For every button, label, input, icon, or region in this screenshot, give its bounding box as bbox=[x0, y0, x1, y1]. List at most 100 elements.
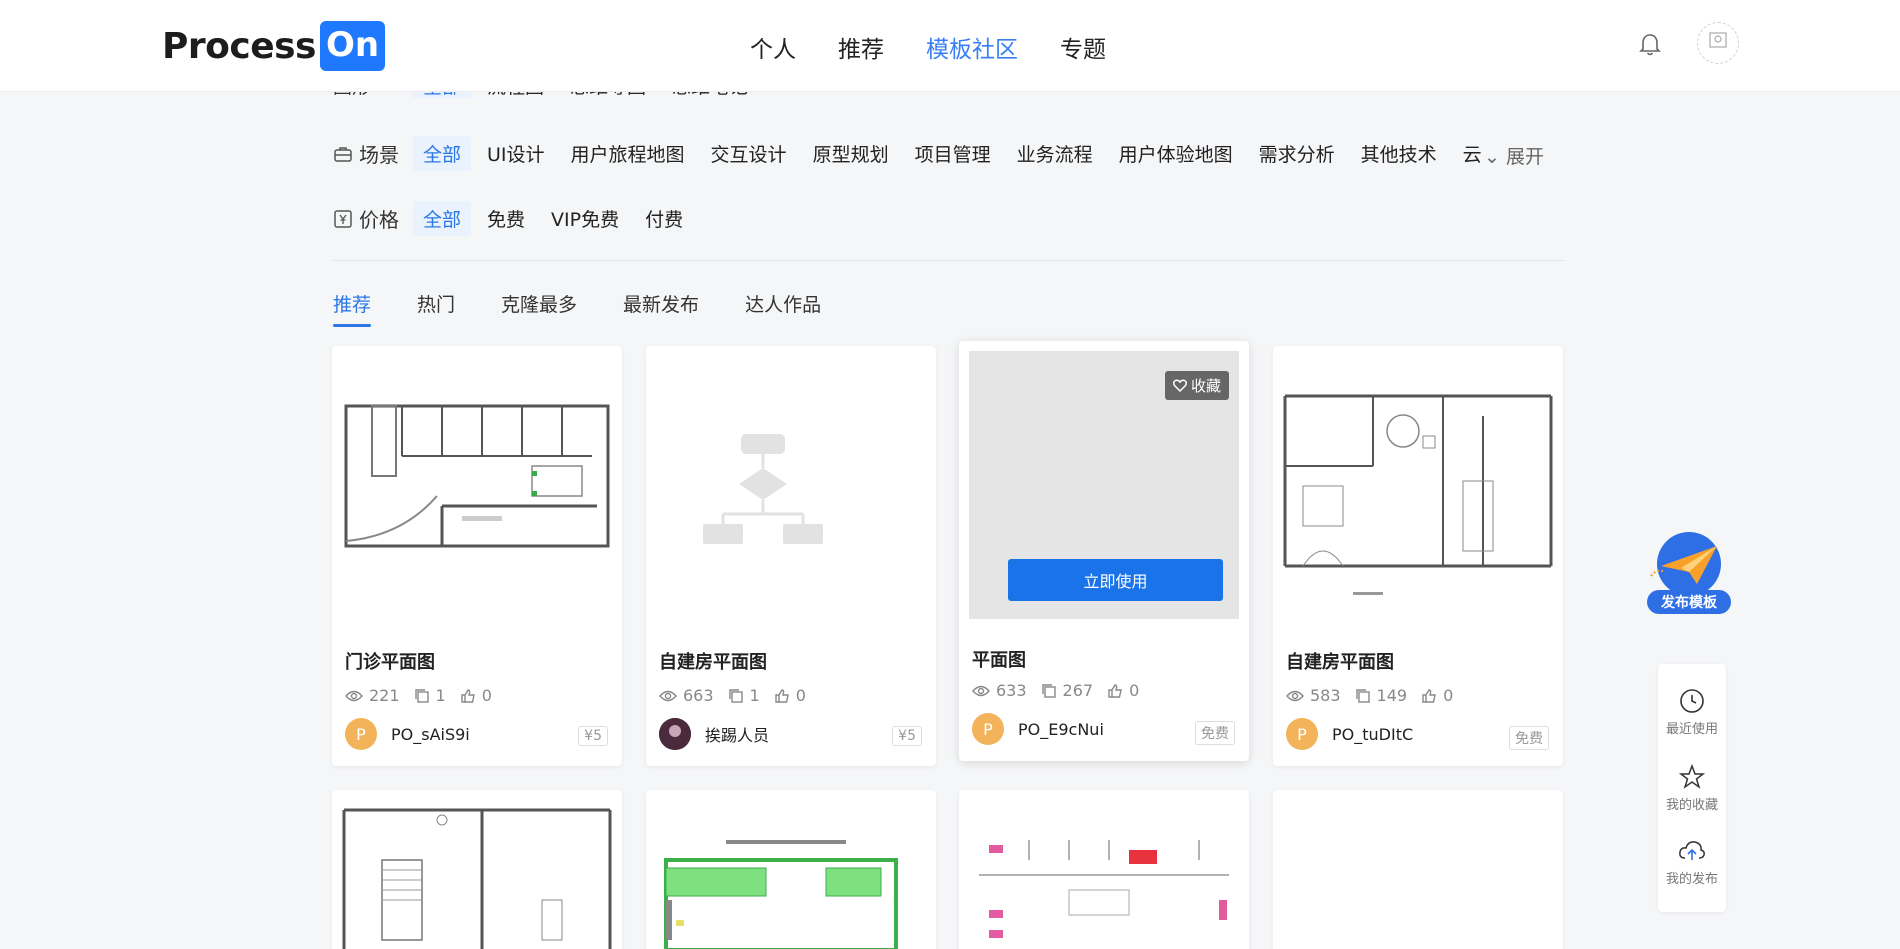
like-icon bbox=[1422, 688, 1436, 703]
filter-divider bbox=[333, 260, 1565, 261]
views-count: 663 bbox=[683, 686, 714, 705]
card-author[interactable]: P PO_sAiS9i bbox=[345, 718, 470, 750]
nav-topics[interactable]: 专题 bbox=[1060, 30, 1106, 64]
author-name: PO_tuDItC bbox=[1332, 724, 1414, 744]
card-stats: 633 267 0 bbox=[972, 681, 1153, 700]
like-icon bbox=[1108, 683, 1122, 698]
my-favorites-button[interactable]: 我的收藏 bbox=[1658, 763, 1726, 813]
top-header: Process On 个人 推荐 模板社区 专题 bbox=[0, 0, 1900, 92]
author-avatar: P bbox=[972, 713, 1004, 745]
main-nav: 个人 推荐 模板社区 专题 bbox=[750, 30, 1148, 64]
chip-price-vip-free[interactable]: VIP免费 bbox=[541, 201, 629, 236]
my-published-label: 我的发布 bbox=[1665, 872, 1718, 887]
filter-row-price: 价格 全部 免费 VIP免费 付费 bbox=[333, 201, 699, 236]
likes-stat: 0 bbox=[460, 686, 492, 705]
chip-price-paid[interactable]: 付费 bbox=[635, 201, 693, 236]
likes-stat: 0 bbox=[1107, 681, 1139, 700]
views-count: 633 bbox=[996, 681, 1027, 700]
favorite-button[interactable]: 收藏 bbox=[1164, 371, 1229, 400]
chip-price-free[interactable]: 免费 bbox=[477, 201, 535, 236]
user-avatar[interactable] bbox=[1697, 22, 1739, 64]
price-badge: ¥5 bbox=[892, 726, 922, 746]
template-card[interactable]: 门诊平面图 221 1 0 P PO_sAiS9i ¥5 bbox=[332, 346, 622, 766]
likes-stat: 0 bbox=[1421, 686, 1453, 705]
chip-scene-prototype[interactable]: 原型规划 bbox=[803, 136, 899, 171]
clones-count: 149 bbox=[1376, 686, 1408, 705]
author-avatar: P bbox=[345, 718, 377, 750]
clones-count: 1 bbox=[749, 686, 760, 705]
avatar-placeholder-icon bbox=[1709, 32, 1727, 48]
clones-stat: 1 bbox=[414, 686, 446, 705]
expand-button[interactable]: ⌄ 展开 bbox=[1484, 142, 1544, 169]
card-author[interactable]: 挨踢人员 bbox=[659, 718, 769, 750]
chip-scene-ux-map[interactable]: 用户体验地图 bbox=[1109, 136, 1243, 171]
price-badge: 免费 bbox=[1509, 726, 1549, 750]
clones-count: 1 bbox=[435, 686, 446, 705]
likes-stat: 0 bbox=[774, 686, 806, 705]
filter-scene-text: 场景 bbox=[359, 143, 399, 167]
copy-icon bbox=[728, 688, 743, 703]
tab-most-cloned[interactable]: 克隆最多 bbox=[501, 290, 577, 327]
use-now-button[interactable]: 立即使用 bbox=[1008, 559, 1223, 601]
chip-scene-interaction[interactable]: 交互设计 bbox=[701, 136, 797, 171]
avatar-image-icon bbox=[659, 718, 691, 750]
processon-logo[interactable]: Process On bbox=[162, 20, 386, 72]
author-name: 挨踢人员 bbox=[705, 726, 770, 745]
filter-scene-label: 场景 bbox=[333, 139, 413, 168]
chip-scene-business[interactable]: 业务流程 bbox=[1007, 136, 1103, 171]
star-icon bbox=[1678, 763, 1706, 789]
template-card-hovered[interactable]: 收藏 立即使用 平面图 633 267 0 P PO_E9cNui 免费 bbox=[959, 341, 1249, 761]
nav-personal[interactable]: 个人 bbox=[750, 30, 796, 64]
card-title: 平面图 bbox=[972, 650, 1026, 671]
card-author[interactable]: P PO_E9cNui bbox=[972, 713, 1104, 745]
clones-count: 267 bbox=[1062, 681, 1094, 700]
tab-hot[interactable]: 热门 bbox=[417, 290, 455, 327]
card-thumbnail bbox=[1283, 356, 1553, 606]
card-thumbnail bbox=[656, 800, 926, 949]
chip-price-all[interactable]: 全部 bbox=[413, 201, 472, 236]
template-card[interactable] bbox=[1273, 790, 1563, 949]
chip-scene-ui[interactable]: UI设计 bbox=[477, 136, 555, 171]
template-card[interactable] bbox=[959, 790, 1249, 949]
chip-scene-all[interactable]: 全部 bbox=[413, 136, 472, 171]
nav-recommend[interactable]: 推荐 bbox=[838, 30, 884, 64]
card-author[interactable]: P PO_tuDItC bbox=[1286, 718, 1413, 750]
chip-scene-project[interactable]: 项目管理 bbox=[905, 136, 1001, 171]
my-published-button[interactable]: 我的发布 bbox=[1658, 838, 1726, 887]
views-count: 583 bbox=[1310, 686, 1341, 705]
favorite-label: 收藏 bbox=[1190, 377, 1221, 395]
publish-template-button[interactable]: 发布模板 bbox=[1645, 528, 1735, 618]
heart-icon bbox=[1172, 379, 1187, 392]
card-stats: 583 149 0 bbox=[1286, 686, 1467, 705]
yen-icon bbox=[334, 209, 352, 228]
chip-scene-requirement[interactable]: 需求分析 bbox=[1249, 136, 1345, 171]
nav-template-community[interactable]: 模板社区 bbox=[926, 30, 1018, 64]
tab-newest[interactable]: 最新发布 bbox=[623, 290, 699, 327]
tab-experts[interactable]: 达人作品 bbox=[745, 290, 821, 327]
template-card[interactable] bbox=[332, 790, 622, 949]
card-thumbnail bbox=[342, 800, 612, 949]
bell-icon[interactable] bbox=[1638, 32, 1662, 58]
copy-icon bbox=[414, 688, 429, 703]
recent-used-button[interactable]: 最近使用 bbox=[1658, 688, 1726, 737]
quick-access-panel: 最近使用 我的收藏 我的发布 bbox=[1658, 664, 1726, 912]
filter-row-scene: 场景 全部 UI设计 用户旅程地图 交互设计 原型规划 项目管理 业务流程 用户… bbox=[333, 136, 1498, 171]
my-favorites-label: 我的收藏 bbox=[1665, 798, 1718, 813]
template-card[interactable]: 自建房平面图 583 149 0 P PO_tuDItC 免费 bbox=[1273, 346, 1563, 766]
eye-icon bbox=[972, 685, 990, 696]
card-title: 自建房平面图 bbox=[1286, 652, 1394, 673]
copy-icon bbox=[1041, 683, 1056, 698]
eye-icon bbox=[345, 690, 363, 701]
template-card[interactable] bbox=[646, 790, 936, 949]
chip-scene-journey[interactable]: 用户旅程地图 bbox=[561, 136, 695, 171]
eye-icon bbox=[659, 690, 677, 701]
briefcase-icon bbox=[334, 146, 352, 162]
card-thumbnail bbox=[969, 800, 1239, 949]
chip-scene-other-tech[interactable]: 其他技术 bbox=[1351, 136, 1447, 171]
card-thumbnail: 收藏 立即使用 bbox=[969, 351, 1239, 619]
logo-text: Process bbox=[162, 25, 316, 67]
views-count: 221 bbox=[369, 686, 400, 705]
filter-price-label: 价格 bbox=[333, 204, 413, 233]
template-card[interactable]: 自建房平面图 663 1 0 挨踢人员 ¥5 bbox=[646, 346, 936, 766]
tab-recommend[interactable]: 推荐 bbox=[333, 290, 372, 327]
